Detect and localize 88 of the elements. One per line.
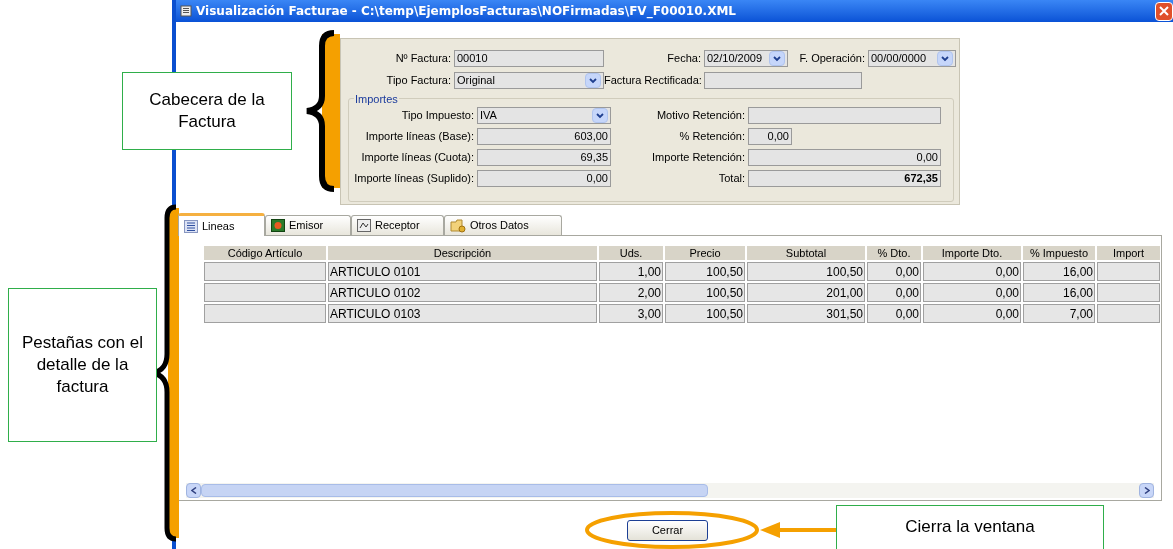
dropdown-field[interactable]: 00/00/0000 [868, 50, 956, 67]
column-header: % Dto. [867, 246, 921, 260]
table-cell: 100,50 [665, 304, 745, 323]
table-cell: 100,50 [665, 283, 745, 302]
column-header: Código Artículo [204, 246, 326, 260]
table-cell: 1,00 [599, 262, 663, 281]
field-label: Tipo Impuesto: [400, 108, 475, 124]
chevron-down-icon [589, 77, 597, 84]
field-value: Original [457, 73, 495, 89]
field-value: 02/10/2009 [707, 51, 763, 67]
window-title: Visualización Facturae - C:\temp\EjemplosFacturas\NOFirmadas\FV_F00010.XML [196, 3, 736, 20]
field-label: Importe Retención: [651, 150, 746, 166]
dropdown-button[interactable] [769, 51, 785, 66]
callout-box: Cabecera de la Factura [122, 72, 292, 150]
field-label: % Retención: [678, 129, 746, 145]
table-cell: ARTICULO 0103 [328, 304, 597, 323]
chevron-down-icon [773, 55, 781, 62]
dropdown-field[interactable]: 02/10/2009 [704, 50, 788, 67]
table-cell: 0,00 [923, 262, 1021, 281]
input-field[interactable]: 00010 [454, 50, 604, 67]
document-icon [357, 219, 371, 232]
dropdown-field[interactable]: IVA [477, 107, 611, 124]
table-cell: 0,00 [923, 304, 1021, 323]
callout-box: Cierra la ventana [836, 505, 1104, 549]
table-cell: ARTICULO 0102 [328, 283, 597, 302]
field-label: Importe líneas (Base): [364, 129, 475, 145]
tab[interactable]: Otros Datos [444, 215, 562, 235]
scroll-thumb[interactable] [201, 484, 708, 497]
field-label: Importe líneas (Cuota): [360, 150, 475, 166]
horizontal-scrollbar[interactable] [186, 483, 1154, 498]
card-icon [271, 219, 285, 232]
field-value: 00/00/0000 [871, 51, 927, 67]
table-cell: 201,00 [747, 283, 865, 302]
field-label: Factura Rectificada: [604, 73, 703, 89]
scroll-right-button[interactable] [1139, 483, 1154, 498]
close-button[interactable] [1155, 1, 1173, 21]
table-cell: ARTICULO 0101 [328, 262, 597, 281]
chevron-down-icon [941, 55, 949, 62]
field-label: Fecha: [666, 51, 702, 67]
tab[interactable]: Receptor [351, 215, 444, 235]
table-cell: 16,00 [1023, 262, 1095, 281]
dropdown-field[interactable]: Original [454, 72, 604, 89]
input-field[interactable]: 0,00 [748, 149, 941, 166]
field-value: IVA [480, 108, 497, 124]
table-cell: 0,00 [867, 304, 921, 323]
field-label: Motivo Retención: [655, 108, 746, 124]
table-cell: 3,00 [599, 304, 663, 323]
tab[interactable]: Emisor [265, 215, 351, 235]
table-cell: 7,00 [1023, 304, 1095, 323]
field-label: F. Operación: [798, 51, 866, 67]
close-icon [1159, 6, 1169, 16]
input-field[interactable] [748, 107, 941, 124]
table-cell: 0,00 [867, 262, 921, 281]
input-field[interactable]: 0,00 [748, 128, 792, 145]
column-header: Uds. [599, 246, 663, 260]
column-header: Subtotal [747, 246, 865, 260]
column-header: % Impuesto [1023, 246, 1095, 260]
column-header: Import [1097, 246, 1160, 260]
input-field[interactable] [704, 72, 862, 89]
field-label: Tipo Factura: [385, 73, 452, 89]
field-label: Nº Factura: [394, 51, 452, 67]
table-cell: 100,50 [665, 262, 745, 281]
scroll-left-button[interactable] [186, 483, 201, 498]
dropdown-button[interactable] [585, 73, 601, 88]
column-header: Precio [665, 246, 745, 260]
dropdown-button[interactable] [592, 108, 608, 123]
table-cell: 100,50 [747, 262, 865, 281]
table-cell: 0,00 [867, 283, 921, 302]
table-cell: 301,50 [747, 304, 865, 323]
table-cell: 0,00 [923, 283, 1021, 302]
column-header: Importe Dto. [923, 246, 1021, 260]
input-field[interactable]: 672,35 [748, 170, 941, 187]
column-header: Descripción [328, 246, 597, 260]
dropdown-button[interactable] [937, 51, 953, 66]
list-icon [184, 219, 198, 233]
table-cell: 2,00 [599, 283, 663, 302]
field-label: Total: [717, 171, 746, 187]
table-cell: 16,00 [1023, 283, 1095, 302]
tab[interactable]: Lineas [178, 213, 265, 236]
input-field[interactable]: 0,00 [477, 170, 611, 187]
input-field[interactable]: 603,00 [477, 128, 611, 145]
close-window-button[interactable]: Cerrar [627, 520, 708, 541]
window-icon [180, 5, 192, 17]
folder-icon [450, 218, 466, 233]
callout-box: Pestañas con el detalle de la factura [8, 288, 157, 442]
chevron-down-icon [596, 112, 604, 119]
input-field[interactable]: 69,35 [477, 149, 611, 166]
field-label: Importe líneas (Suplido): [353, 171, 475, 187]
